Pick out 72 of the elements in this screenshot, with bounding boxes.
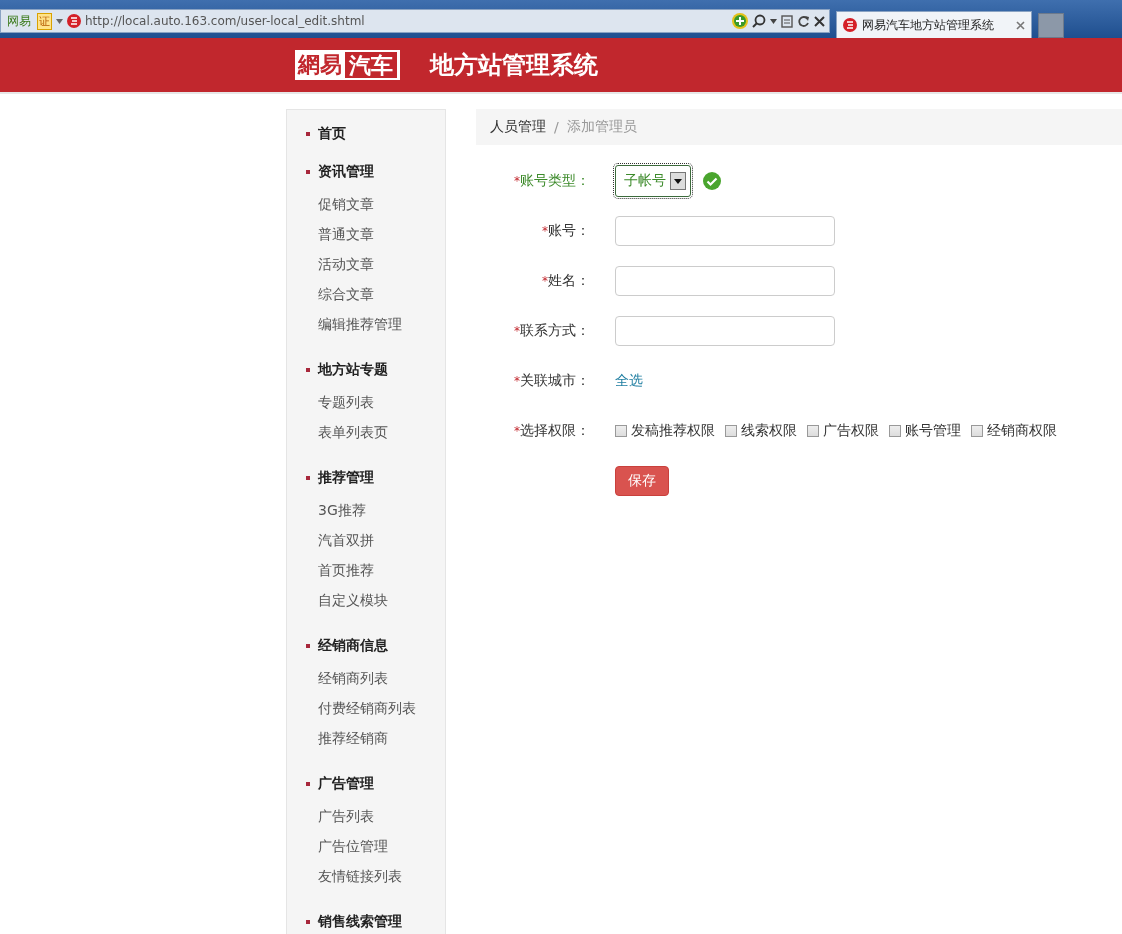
select-all-link[interactable]: 全选 [615, 372, 643, 390]
browser-tab[interactable]: 网易汽车地方站管理系统 [836, 11, 1032, 38]
search-icon[interactable] [752, 14, 766, 28]
breadcrumb-link[interactable]: 人员管理 [490, 118, 546, 136]
sidebar-heading[interactable]: 广告管理 [318, 775, 374, 793]
field-label: *选择权限： [513, 422, 590, 440]
sidebar-item[interactable]: 广告位管理 [287, 831, 388, 861]
sidebar-item[interactable]: 自定义模块 [287, 585, 388, 615]
field-label: *联系方式： [513, 322, 590, 340]
address-bar[interactable]: 网易 证 http://local.auto.163.com/user-local_edit.shtml [0, 9, 830, 33]
sidebar-item[interactable]: 表单列表页 [287, 417, 388, 447]
refresh-icon[interactable] [797, 14, 810, 28]
site-logo-icon [843, 18, 857, 32]
sidebar-item[interactable]: 付费经销商列表 [287, 693, 416, 723]
bullet-icon [306, 920, 310, 924]
permission-label[interactable]: 广告权限 [823, 422, 879, 440]
sidebar-heading[interactable]: 地方站专题 [318, 361, 388, 379]
sidebar-heading[interactable]: 首页 [318, 125, 346, 143]
caret-icon[interactable] [56, 18, 63, 24]
account-type-select[interactable]: 子帐号 [615, 165, 691, 197]
bullet-icon [306, 476, 310, 480]
bullet-icon [306, 132, 310, 136]
sidebar-heading[interactable]: 销售线索管理 [318, 913, 402, 931]
certificate-badge[interactable]: 证 [37, 12, 52, 30]
sidebar-item[interactable]: 普通文章 [287, 219, 374, 249]
caret-icon[interactable] [770, 18, 777, 24]
sidebar-heading[interactable]: 推荐管理 [318, 469, 374, 487]
field-label: *关联城市： [513, 372, 590, 390]
plus-circle-icon[interactable] [732, 13, 748, 29]
bullet-icon [306, 782, 310, 786]
sidebar-item[interactable]: 3G推荐 [287, 495, 366, 525]
sidebar-item[interactable]: 汽首双拼 [287, 525, 374, 555]
sidebar-item[interactable]: 经销商列表 [287, 663, 388, 693]
sidebar-item[interactable]: 综合文章 [287, 279, 374, 309]
bullet-icon [306, 368, 310, 372]
sidebar-item[interactable]: 首页推荐 [287, 555, 374, 585]
field-label: *姓名： [541, 272, 590, 290]
logo: 網易 汽车 [295, 50, 400, 80]
text-input-field[interactable] [615, 316, 835, 346]
breadcrumb-current: 添加管理员 [566, 118, 637, 136]
sidebar-heading[interactable]: 经销商信息 [318, 637, 388, 655]
sidebar-item[interactable]: 广告列表 [287, 801, 374, 831]
breadcrumb-separator: / [554, 119, 559, 135]
permission-label[interactable]: 发稿推荐权限 [631, 422, 715, 440]
sidebar-item[interactable]: 友情链接列表 [287, 861, 402, 891]
permission-checkbox[interactable] [807, 425, 819, 437]
save-button[interactable]: 保存 [615, 466, 669, 496]
sidebar-item[interactable]: 促销文章 [287, 189, 374, 219]
field-label: *账号类型： [513, 172, 590, 190]
permission-label[interactable]: 账号管理 [905, 422, 961, 440]
url-text[interactable]: http://local.auto.163.com/user-local_edit.shtml [85, 14, 728, 28]
permission-label[interactable]: 经销商权限 [987, 422, 1057, 440]
permission-label[interactable]: 线索权限 [741, 422, 797, 440]
new-tab-button[interactable] [1038, 13, 1064, 38]
site-logo-icon [67, 14, 81, 28]
permission-checkbox[interactable] [725, 425, 737, 437]
sidebar-item[interactable]: 活动文章 [287, 249, 374, 279]
site-title: 地方站管理系统 [430, 49, 598, 81]
sidebar-item[interactable]: 推荐经销商 [287, 723, 388, 753]
sidebar-heading[interactable]: 资讯管理 [318, 163, 374, 181]
permission-checkbox[interactable] [889, 425, 901, 437]
text-input-field[interactable] [615, 216, 835, 246]
close-icon[interactable] [814, 15, 825, 27]
permission-checkbox[interactable] [615, 425, 627, 437]
sidebar-item[interactable]: 专题列表 [287, 387, 374, 417]
permission-checkbox[interactable] [971, 425, 983, 437]
text-input-field[interactable] [615, 266, 835, 296]
field-label: *账号： [541, 222, 590, 240]
sidebar-item[interactable]: 编辑推荐管理 [287, 309, 402, 339]
site-name-label: 网易 [6, 12, 32, 30]
bullet-icon [306, 644, 310, 648]
bullet-icon [306, 170, 310, 174]
